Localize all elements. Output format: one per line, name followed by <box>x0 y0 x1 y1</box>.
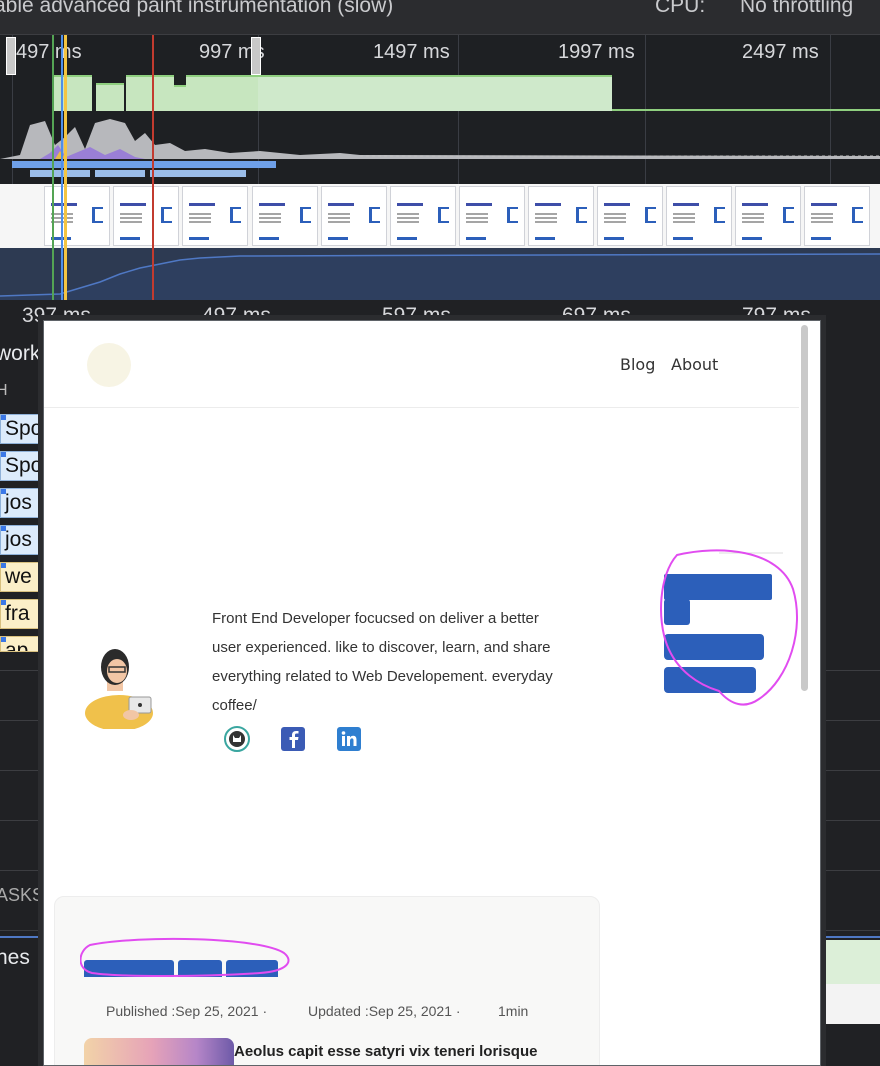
cpu-throttle-select[interactable]: No throttling <box>740 0 853 18</box>
overview-tick: 497 ms <box>16 41 82 63</box>
paint-instrumentation-checkbox-label[interactable]: able advanced paint instrumentation (slo… <box>0 0 393 18</box>
facebook-icon[interactable] <box>280 726 306 752</box>
network-request-row[interactable]: jos <box>0 488 44 518</box>
overview-tick: 1497 ms <box>373 41 450 63</box>
filmstrip-frame[interactable] <box>252 186 318 246</box>
brand-logo-mark <box>660 549 798 706</box>
network-request-row[interactable]: we <box>0 562 44 592</box>
post-updated-date: Updated :Sep 25, 2021 · <box>308 1003 461 1019</box>
network-request-row[interactable]: jos <box>0 525 44 555</box>
filmstrip-frame[interactable] <box>182 186 248 246</box>
filmstrip-frame[interactable] <box>804 186 870 246</box>
filmstrip-frame[interactable] <box>321 186 387 246</box>
performance-toolbar: able advanced paint instrumentation (slo… <box>0 0 880 35</box>
screenshot-preview-popup: Blog About Front End Developer focucsed … <box>43 320 821 1066</box>
range-handle-right[interactable] <box>251 37 261 75</box>
post-title[interactable]: Aeolus capit esse satyri vix teneri lori… <box>234 1043 537 1060</box>
screenshots-filmstrip[interactable] <box>0 184 880 248</box>
bio-text: Front End Developer focucsed on deliver … <box>212 610 553 714</box>
filmstrip-frame[interactable] <box>528 186 594 246</box>
popup-scrollbar[interactable] <box>801 325 808 691</box>
linkedin-icon[interactable] <box>336 726 362 752</box>
post-thumbnail[interactable] <box>84 1038 234 1065</box>
network-header-letter: H <box>0 382 8 399</box>
network-request-row[interactable]: fra <box>0 599 44 629</box>
filmstrip-frame[interactable] <box>666 186 732 246</box>
filmstrip-frame[interactable] <box>390 186 456 246</box>
frames-track-label[interactable]: nes <box>0 946 30 970</box>
network-request-row[interactable]: ap <box>0 636 44 652</box>
filmstrip-frame[interactable] <box>735 186 801 246</box>
filmstrip-frame[interactable] <box>597 186 663 246</box>
network-track-label[interactable]: work <box>0 342 40 366</box>
post-published-date: Published :Sep 25, 2021 · <box>106 1003 268 1019</box>
network-track <box>0 161 880 181</box>
github-icon[interactable] <box>224 726 250 752</box>
range-handle-left[interactable] <box>6 37 16 75</box>
tasks-track-label[interactable]: ASKS <box>0 885 44 906</box>
memory-chart <box>0 248 880 300</box>
cpu-usage-chart <box>0 119 880 159</box>
fps-track <box>52 75 880 111</box>
filmstrip-frame[interactable] <box>113 186 179 246</box>
post-tags-annotation <box>80 937 290 977</box>
cpu-throttle-label: CPU: <box>655 0 706 17</box>
developer-avatar-illustration <box>85 649 153 729</box>
site-header: Blog About <box>44 321 799 408</box>
filmstrip-frame[interactable] <box>459 186 525 246</box>
nav-blog-link[interactable]: Blog <box>620 355 655 374</box>
nav-about-link[interactable]: About <box>671 355 718 374</box>
network-request-row[interactable]: Spo <box>0 414 44 444</box>
timeline-overview[interactable]: 497 ms 997 ms 1497 ms 1997 ms 2497 ms <box>0 35 880 300</box>
overview-tick: 2497 ms <box>742 41 819 63</box>
overview-tick: 1997 ms <box>558 41 635 63</box>
site-logo[interactable] <box>87 343 131 387</box>
post-read-time: 1min <box>498 1003 529 1019</box>
network-request-row[interactable]: Spo <box>0 451 44 481</box>
